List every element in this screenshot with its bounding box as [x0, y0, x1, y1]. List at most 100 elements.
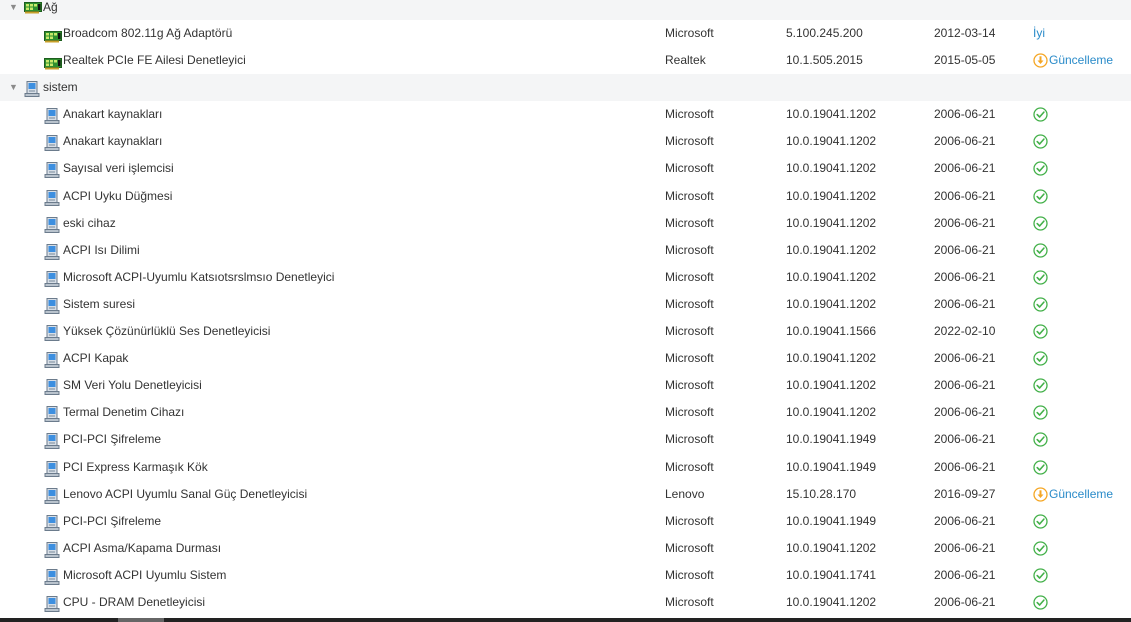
device-date: 2015-05-05: [934, 53, 996, 68]
collapse-caret-icon[interactable]: ▼: [9, 74, 18, 101]
device-status: [1033, 454, 1048, 481]
device-row[interactable]: Yüksek Çözünürlüklü Ses Denetleyicisi Mic…: [0, 318, 1131, 345]
device-vendor: Microsoft: [665, 459, 714, 474]
horizontal-scrollbar[interactable]: [0, 618, 1131, 622]
device-date: 2006-06-21: [934, 459, 996, 474]
download-icon: [1033, 53, 1049, 68]
device-status: [1033, 155, 1048, 182]
device-row[interactable]: PCI-PCI Şifreleme Microsoft 10.0.19041.194…: [0, 508, 1131, 535]
device-vendor: Microsoft: [665, 594, 714, 609]
device-status: [1033, 318, 1048, 345]
device-row[interactable]: ACPI Asma/Kapama Durması Microsoft 10.0.19…: [0, 535, 1131, 562]
device-vendor: Microsoft: [665, 161, 714, 176]
device-name: CPU - DRAM Denetleyicisi: [63, 594, 206, 609]
device-status: [1033, 562, 1048, 589]
device-row[interactable]: ACPI Uyku Düğmesi Microsoft 10.0.19041.120…: [0, 183, 1131, 210]
device-status: [1033, 508, 1048, 535]
device-version: 10.0.19041.1202: [786, 269, 877, 284]
device-date: 2006-06-21: [934, 107, 996, 122]
device-status: [1033, 535, 1048, 562]
device-name: Yüksek Çözünürlüklü Ses Denetleyicisi: [63, 324, 271, 339]
device-version: 10.0.19041.1202: [786, 378, 877, 393]
device-version: 10.0.19041.1202: [786, 215, 877, 230]
update-button[interactable]: Güncelleme: [1033, 481, 1113, 508]
device-date: 2006-06-21: [934, 161, 996, 176]
device-row[interactable]: PCI Express Karmaşık Kök Microsoft 10.0.19…: [0, 454, 1131, 481]
device-vendor: Microsoft: [665, 215, 714, 230]
device-date: 2006-06-21: [934, 188, 996, 203]
device-status: [1033, 264, 1048, 291]
device-version: 10.0.19041.1202: [786, 242, 877, 257]
device-name: eski cihaz: [63, 215, 116, 230]
device-name: Lenovo ACPI Uyumlu Sanal Güç Denetleyici…: [63, 486, 308, 501]
device-row[interactable]: Broadcom 802.11g Ağ Adaptörü Microsoft 5.1…: [0, 20, 1131, 47]
device-vendor: Microsoft: [665, 324, 714, 339]
group-name: Ağ: [43, 0, 58, 14]
device-row[interactable]: eski cihaz Microsoft 10.0.19041.1202 2006-0…: [0, 210, 1131, 237]
device-row[interactable]: SM Veri Yolu Denetleyicisi Microsoft 10.0.…: [0, 372, 1131, 399]
device-vendor: Microsoft: [665, 107, 714, 122]
device-vendor: Microsoft: [665, 432, 714, 447]
device-row[interactable]: Anakart kaynakları Microsoft 10.0.19041.12…: [0, 101, 1131, 128]
device-date: 2016-09-27: [934, 486, 996, 501]
device-name: Realtek PCIe FE Ailesi Denetleyici: [63, 53, 246, 68]
device-status: [1033, 589, 1048, 616]
device-row[interactable]: Sistem suresi Microsoft 10.0.19041.1202 200…: [0, 291, 1131, 318]
update-label: Güncelleme: [1049, 486, 1114, 501]
device-row[interactable]: ACPI Isı Dilimi Microsoft 10.0.19041.1202 2…: [0, 237, 1131, 264]
device-vendor: Microsoft: [665, 134, 714, 149]
device-name: Anakart kaynakları: [63, 134, 163, 149]
device-vendor: Microsoft: [665, 188, 714, 203]
device-date: 2006-06-21: [934, 594, 996, 609]
device-row[interactable]: PCI-PCI Şifreleme Microsoft 10.0.19041.194…: [0, 426, 1131, 453]
device-vendor: Microsoft: [665, 26, 714, 40]
download-icon: [1033, 486, 1049, 502]
device-version: 10.0.19041.1202: [786, 134, 877, 149]
collapse-caret-icon[interactable]: ▼: [9, 0, 18, 15]
device-vendor: Microsoft: [665, 540, 714, 555]
device-name: ACPI Asma/Kapama Durması: [63, 540, 222, 555]
device-vendor: Microsoft: [665, 242, 714, 257]
device-row[interactable]: Microsoft ACPI Uyumlu Sistem Microsoft 10.…: [0, 562, 1131, 589]
device-row[interactable]: ACPI Kapak Microsoft 10.0.19041.1202 2006-0…: [0, 345, 1131, 372]
device-name: Microsoft ACPI Uyumlu Sistem: [63, 567, 227, 582]
device-version: 15.10.28.170: [786, 486, 857, 501]
device-status: [1033, 372, 1048, 399]
device-date: 2022-02-10: [934, 324, 996, 339]
group-row[interactable]: ▼ Ağ: [0, 0, 1131, 20]
device-name: Microsoft ACPI-Uyumlu Katsıotsrslmsıo De…: [63, 269, 335, 284]
device-row[interactable]: Sayısal veri işlemcisi Microsoft 10.0.1904…: [0, 155, 1131, 182]
device-date: 2006-06-21: [934, 215, 996, 230]
device-status: [1033, 399, 1048, 426]
device-row[interactable]: Anakart kaynakları Microsoft 10.0.19041.12…: [0, 128, 1131, 155]
update-button[interactable]: Güncelleme: [1033, 47, 1113, 74]
device-vendor: Microsoft: [665, 269, 714, 284]
device-date: 2006-06-21: [934, 242, 996, 257]
device-name: PCI-PCI Şifreleme: [63, 432, 162, 447]
device-status: İyi: [1033, 20, 1045, 47]
device-row[interactable]: Termal Denetim Cihazı Microsoft 10.0.19041…: [0, 399, 1131, 426]
device-version: 10.0.19041.1949: [786, 513, 877, 528]
device-date: 2006-06-21: [934, 540, 996, 555]
device-vendor: Microsoft: [665, 405, 714, 420]
status-good-link[interactable]: İyi: [1033, 26, 1045, 40]
device-row[interactable]: Realtek PCIe FE Ailesi Denetleyici Realte…: [0, 47, 1131, 74]
check-icon: [1033, 593, 1048, 620]
device-date: 2006-06-21: [934, 351, 996, 366]
scrollbar-thumb[interactable]: [118, 618, 164, 622]
network-card-icon: [24, 1, 42, 18]
device-version: 10.0.19041.1202: [786, 161, 877, 176]
device-name: ACPI Kapak: [63, 351, 129, 366]
device-row[interactable]: CPU - DRAM Denetleyicisi Microsoft 10.0.19…: [0, 589, 1131, 616]
device-row[interactable]: Microsoft ACPI-Uyumlu Katsıotsrslmsıo De…: [0, 264, 1131, 291]
device-status: [1033, 345, 1048, 372]
device-status: [1033, 291, 1048, 318]
group-name: sistem: [43, 80, 78, 95]
group-row[interactable]: ▼ sistem: [0, 74, 1131, 102]
device-status: [1033, 101, 1048, 128]
device-date: 2006-06-21: [934, 378, 996, 393]
device-name: Sistem suresi: [63, 296, 136, 311]
device-date: 2006-06-21: [934, 405, 996, 420]
device-row[interactable]: Lenovo ACPI Uyumlu Sanal Güç Denetleyici…: [0, 481, 1131, 508]
device-vendor: Microsoft: [665, 513, 714, 528]
